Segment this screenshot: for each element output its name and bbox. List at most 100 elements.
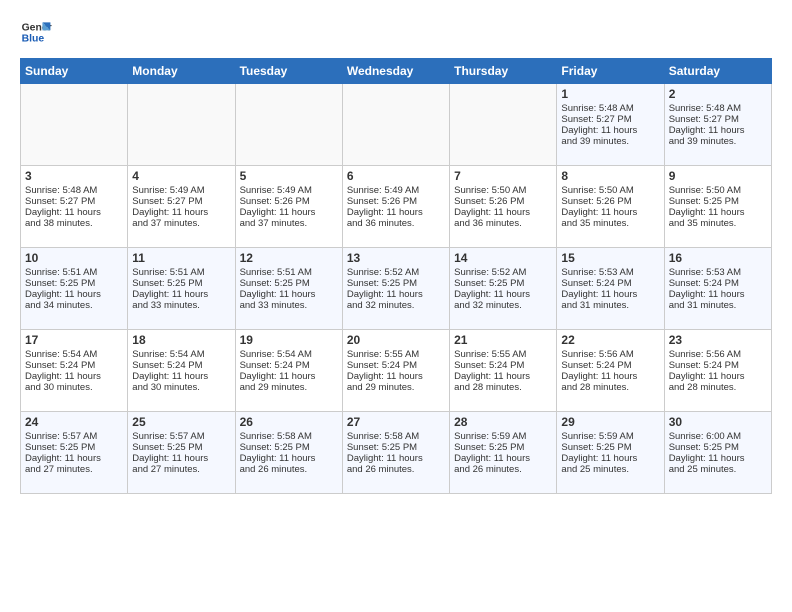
day-info-line: and 27 minutes. xyxy=(132,464,230,475)
day-number: 19 xyxy=(240,333,338,347)
day-info-line: Daylight: 11 hours xyxy=(347,371,445,382)
day-info-line: Sunset: 5:27 PM xyxy=(669,114,767,125)
day-info-line: Sunrise: 5:56 AM xyxy=(561,349,659,360)
day-info-line: Daylight: 11 hours xyxy=(132,289,230,300)
day-cell xyxy=(235,84,342,166)
day-number: 13 xyxy=(347,251,445,265)
week-row-5: 24Sunrise: 5:57 AMSunset: 5:25 PMDayligh… xyxy=(21,412,772,494)
day-info-line: Daylight: 11 hours xyxy=(132,371,230,382)
day-info-line: Sunrise: 5:54 AM xyxy=(240,349,338,360)
week-row-3: 10Sunrise: 5:51 AMSunset: 5:25 PMDayligh… xyxy=(21,248,772,330)
day-info-line: and 32 minutes. xyxy=(347,300,445,311)
day-number: 29 xyxy=(561,415,659,429)
weekday-header-row: SundayMondayTuesdayWednesdayThursdayFrid… xyxy=(21,59,772,84)
day-number: 12 xyxy=(240,251,338,265)
day-cell: 17Sunrise: 5:54 AMSunset: 5:24 PMDayligh… xyxy=(21,330,128,412)
day-info-line: Sunrise: 5:49 AM xyxy=(347,185,445,196)
day-info-line: Daylight: 11 hours xyxy=(669,371,767,382)
day-info-line: Daylight: 11 hours xyxy=(25,207,123,218)
day-info-line: Sunrise: 5:55 AM xyxy=(454,349,552,360)
day-number: 21 xyxy=(454,333,552,347)
logo: General Blue xyxy=(20,16,52,48)
day-info-line: Sunrise: 5:48 AM xyxy=(25,185,123,196)
day-number: 10 xyxy=(25,251,123,265)
day-info-line: and 32 minutes. xyxy=(454,300,552,311)
day-cell: 4Sunrise: 5:49 AMSunset: 5:27 PMDaylight… xyxy=(128,166,235,248)
calendar-table: SundayMondayTuesdayWednesdayThursdayFrid… xyxy=(20,58,772,494)
weekday-friday: Friday xyxy=(557,59,664,84)
day-info-line: and 36 minutes. xyxy=(347,218,445,229)
day-info-line: Daylight: 11 hours xyxy=(561,371,659,382)
day-info-line: Sunset: 5:25 PM xyxy=(240,278,338,289)
weekday-wednesday: Wednesday xyxy=(342,59,449,84)
day-cell xyxy=(342,84,449,166)
day-info-line: Sunset: 5:25 PM xyxy=(132,278,230,289)
day-info-line: Sunset: 5:24 PM xyxy=(669,360,767,371)
weekday-monday: Monday xyxy=(128,59,235,84)
day-info-line: and 30 minutes. xyxy=(25,382,123,393)
day-info-line: Sunset: 5:24 PM xyxy=(240,360,338,371)
day-number: 17 xyxy=(25,333,123,347)
day-info-line: Sunset: 5:25 PM xyxy=(669,442,767,453)
day-info-line: Daylight: 11 hours xyxy=(347,453,445,464)
day-info-line: Sunset: 5:27 PM xyxy=(561,114,659,125)
day-info-line: and 26 minutes. xyxy=(347,464,445,475)
day-info-line: Sunset: 5:25 PM xyxy=(561,442,659,453)
day-number: 28 xyxy=(454,415,552,429)
day-info-line: Sunrise: 5:59 AM xyxy=(561,431,659,442)
day-cell: 28Sunrise: 5:59 AMSunset: 5:25 PMDayligh… xyxy=(450,412,557,494)
day-number: 27 xyxy=(347,415,445,429)
header: General Blue xyxy=(20,16,772,48)
day-number: 30 xyxy=(669,415,767,429)
day-info-line: Daylight: 11 hours xyxy=(454,289,552,300)
day-number: 23 xyxy=(669,333,767,347)
day-number: 2 xyxy=(669,87,767,101)
day-info-line: Daylight: 11 hours xyxy=(561,289,659,300)
day-info-line: Sunrise: 5:50 AM xyxy=(561,185,659,196)
day-info-line: and 26 minutes. xyxy=(454,464,552,475)
day-cell: 11Sunrise: 5:51 AMSunset: 5:25 PMDayligh… xyxy=(128,248,235,330)
day-info-line: and 39 minutes. xyxy=(669,136,767,147)
day-info-line: Sunset: 5:25 PM xyxy=(454,442,552,453)
page: General Blue SundayMondayTuesdayWednesda… xyxy=(0,0,792,612)
day-info-line: and 27 minutes. xyxy=(25,464,123,475)
day-info-line: Sunrise: 5:52 AM xyxy=(454,267,552,278)
week-row-2: 3Sunrise: 5:48 AMSunset: 5:27 PMDaylight… xyxy=(21,166,772,248)
day-info-line: Sunrise: 5:58 AM xyxy=(240,431,338,442)
day-info-line: Sunrise: 5:54 AM xyxy=(25,349,123,360)
day-info-line: Sunrise: 5:49 AM xyxy=(240,185,338,196)
weekday-tuesday: Tuesday xyxy=(235,59,342,84)
day-cell: 1Sunrise: 5:48 AMSunset: 5:27 PMDaylight… xyxy=(557,84,664,166)
day-cell: 6Sunrise: 5:49 AMSunset: 5:26 PMDaylight… xyxy=(342,166,449,248)
day-number: 8 xyxy=(561,169,659,183)
day-info-line: Sunset: 5:26 PM xyxy=(240,196,338,207)
day-number: 26 xyxy=(240,415,338,429)
day-cell: 25Sunrise: 5:57 AMSunset: 5:25 PMDayligh… xyxy=(128,412,235,494)
day-info-line: Sunset: 5:26 PM xyxy=(454,196,552,207)
day-info-line: Daylight: 11 hours xyxy=(347,289,445,300)
day-cell: 21Sunrise: 5:55 AMSunset: 5:24 PMDayligh… xyxy=(450,330,557,412)
day-number: 25 xyxy=(132,415,230,429)
day-info-line: Sunrise: 6:00 AM xyxy=(669,431,767,442)
day-info-line: Sunrise: 5:50 AM xyxy=(454,185,552,196)
logo-icon: General Blue xyxy=(20,16,52,48)
day-info-line: Daylight: 11 hours xyxy=(454,371,552,382)
day-info-line: and 35 minutes. xyxy=(561,218,659,229)
day-cell: 29Sunrise: 5:59 AMSunset: 5:25 PMDayligh… xyxy=(557,412,664,494)
day-info-line: Sunrise: 5:48 AM xyxy=(669,103,767,114)
day-cell: 12Sunrise: 5:51 AMSunset: 5:25 PMDayligh… xyxy=(235,248,342,330)
day-number: 18 xyxy=(132,333,230,347)
day-info-line: Sunrise: 5:55 AM xyxy=(347,349,445,360)
day-info-line: Sunset: 5:25 PM xyxy=(454,278,552,289)
day-info-line: and 25 minutes. xyxy=(561,464,659,475)
day-info-line: Daylight: 11 hours xyxy=(454,207,552,218)
day-info-line: Sunset: 5:25 PM xyxy=(25,278,123,289)
day-info-line: Sunset: 5:26 PM xyxy=(347,196,445,207)
day-info-line: Daylight: 11 hours xyxy=(240,371,338,382)
day-info-line: Sunrise: 5:57 AM xyxy=(132,431,230,442)
day-info-line: Daylight: 11 hours xyxy=(132,207,230,218)
day-info-line: Daylight: 11 hours xyxy=(669,453,767,464)
day-cell: 3Sunrise: 5:48 AMSunset: 5:27 PMDaylight… xyxy=(21,166,128,248)
day-info-line: and 37 minutes. xyxy=(132,218,230,229)
day-cell: 10Sunrise: 5:51 AMSunset: 5:25 PMDayligh… xyxy=(21,248,128,330)
